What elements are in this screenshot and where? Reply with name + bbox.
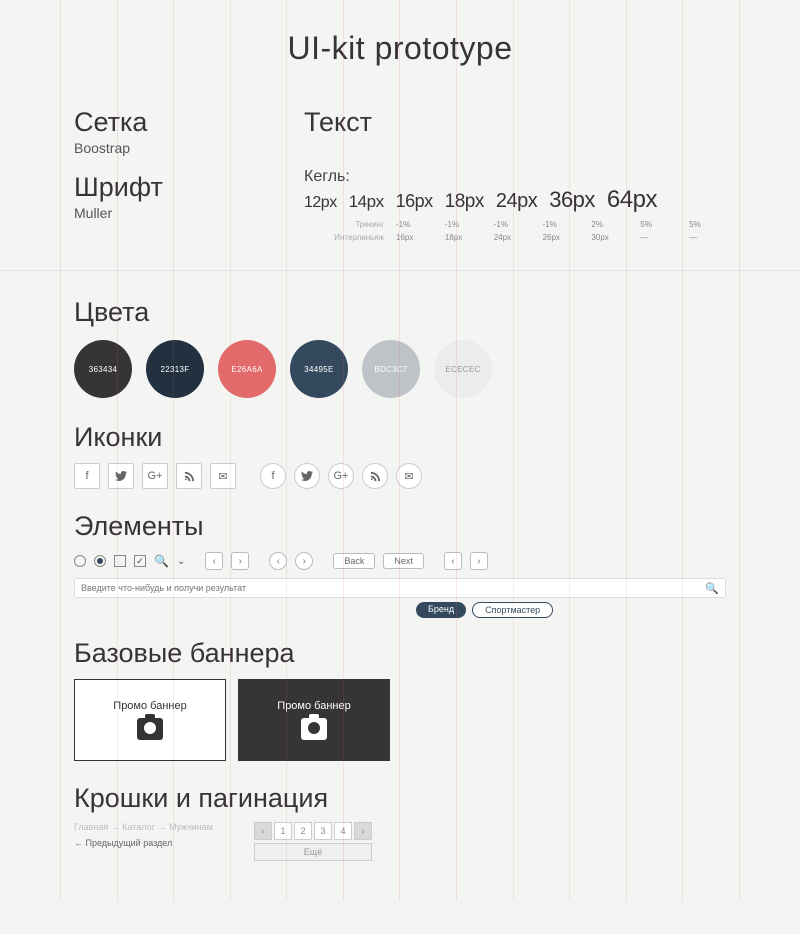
banners-heading: Базовые баннера (74, 638, 726, 669)
grid-sub: Boostrap (74, 140, 264, 156)
back-link[interactable]: ← Предыдущий раздел (74, 838, 224, 848)
page-3[interactable]: 3 (314, 822, 332, 840)
font-sub: Muller (74, 205, 264, 221)
icons-heading: Иконки (74, 422, 726, 453)
divider (0, 270, 800, 271)
camera-icon (137, 718, 163, 740)
search-field[interactable]: 🔍 (74, 578, 726, 598)
next-circle-button[interactable]: › (295, 552, 313, 570)
swatch-34495e: 34495E (290, 340, 348, 398)
crumbs-heading: Крошки и пагинация (74, 783, 726, 814)
prev-circle-button[interactable]: ‹ (269, 552, 287, 570)
chevron-down-icon[interactable]: ⌄ (177, 556, 185, 567)
type-sizes: 12px 14px 16px 18px 24px 36px 64px (304, 186, 726, 214)
elements-heading: Элементы (74, 511, 726, 542)
banner-label: Промо баннер (277, 700, 350, 712)
radio-empty[interactable] (74, 555, 86, 567)
mail-icon[interactable]: ✉ (210, 463, 236, 489)
rss-icon[interactable] (176, 463, 202, 489)
facebook-circle-icon[interactable]: f (260, 463, 286, 489)
page-4[interactable]: 4 (334, 822, 352, 840)
back-button[interactable]: Back (333, 553, 375, 569)
prev-square-button[interactable]: ‹ (205, 552, 223, 570)
swatch-ececec: ECECEC (434, 340, 492, 398)
checkbox-checked[interactable] (134, 555, 146, 567)
twitter-icon[interactable] (108, 463, 134, 489)
search-input[interactable] (81, 583, 705, 593)
banner-label: Промо баннер (113, 700, 186, 712)
swatch-22313f: 22313F (146, 340, 204, 398)
page-2[interactable]: 2 (294, 822, 312, 840)
promo-banner-dark[interactable]: Промо баннер (238, 679, 390, 761)
pagination: ‹ 1 2 3 4 › Ещё (254, 822, 372, 861)
kegl-label: Кегль: (304, 168, 726, 186)
next-square-button[interactable]: › (231, 552, 249, 570)
prev-alt-button[interactable]: ‹ (444, 552, 462, 570)
swatch-e26a6a: E26A6A (218, 340, 276, 398)
google-plus-icon[interactable]: G+ (142, 463, 168, 489)
text-heading: Текст (304, 107, 726, 138)
camera-icon (301, 718, 327, 740)
type-table: Трекинг -1%-1% -1%-1% 2%5% 5% Интерлинья… (304, 220, 726, 242)
tag-sportmaster[interactable]: Спортмастер (472, 602, 553, 618)
radio-selected[interactable] (94, 555, 106, 567)
search-submit-icon[interactable]: 🔍 (705, 582, 719, 595)
load-more-button[interactable]: Ещё (254, 843, 372, 861)
rss-circle-icon[interactable] (362, 463, 388, 489)
next-button[interactable]: Next (383, 553, 424, 569)
mail-circle-icon[interactable]: ✉ (396, 463, 422, 489)
font-heading: Шрифт (74, 172, 264, 203)
grid-heading: Сетка (74, 107, 264, 138)
page-prev[interactable]: ‹ (254, 822, 272, 840)
breadcrumb[interactable]: Главная → Каталог → Мужчинам (74, 822, 224, 832)
promo-banner-light[interactable]: Промо баннер (74, 679, 226, 761)
search-icon[interactable]: 🔍 (154, 554, 169, 568)
next-alt-button[interactable]: › (470, 552, 488, 570)
checkbox-empty[interactable] (114, 555, 126, 567)
swatch-363434: 363434 (74, 340, 132, 398)
google-plus-circle-icon[interactable]: G+ (328, 463, 354, 489)
swatch-bdc3c7: BDC3C7 (362, 340, 420, 398)
color-swatches: 363434 22313F E26A6A 34495E BDC3C7 ECECE… (74, 340, 726, 398)
tag-brand[interactable]: Бренд (416, 602, 466, 618)
colors-heading: Цвета (74, 297, 726, 328)
page-1[interactable]: 1 (274, 822, 292, 840)
page-title: UI-kit prototype (74, 30, 726, 67)
twitter-circle-icon[interactable] (294, 463, 320, 489)
facebook-icon[interactable]: f (74, 463, 100, 489)
page-next[interactable]: › (354, 822, 372, 840)
